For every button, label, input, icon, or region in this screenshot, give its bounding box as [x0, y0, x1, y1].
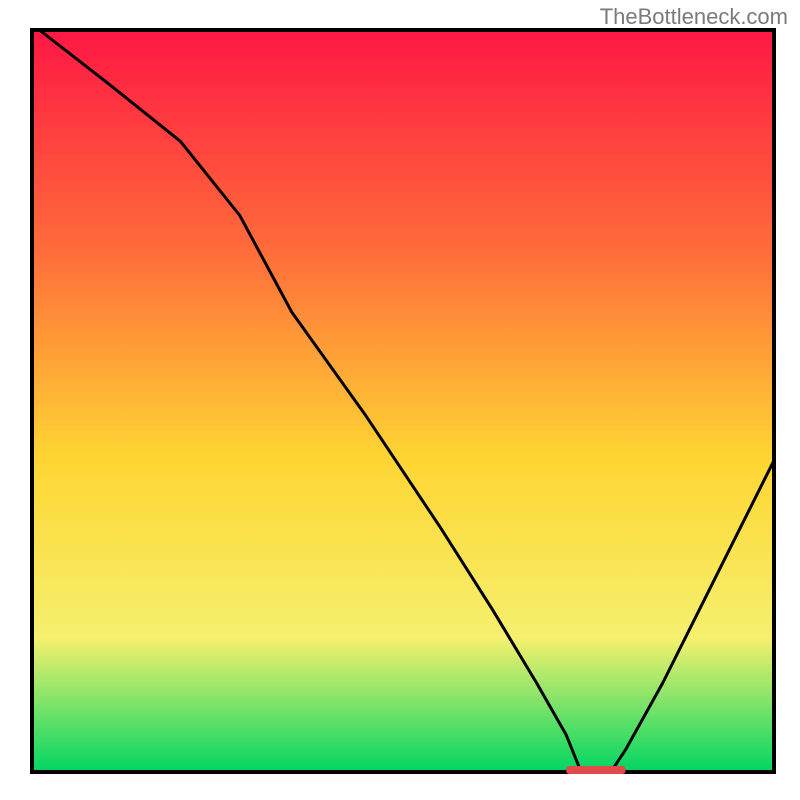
optimal-range-marker [566, 766, 625, 774]
watermark-text: TheBottleneck.com [600, 4, 788, 30]
chart-svg [0, 0, 800, 800]
plot-background [32, 30, 774, 772]
bottleneck-chart: TheBottleneck.com [0, 0, 800, 800]
